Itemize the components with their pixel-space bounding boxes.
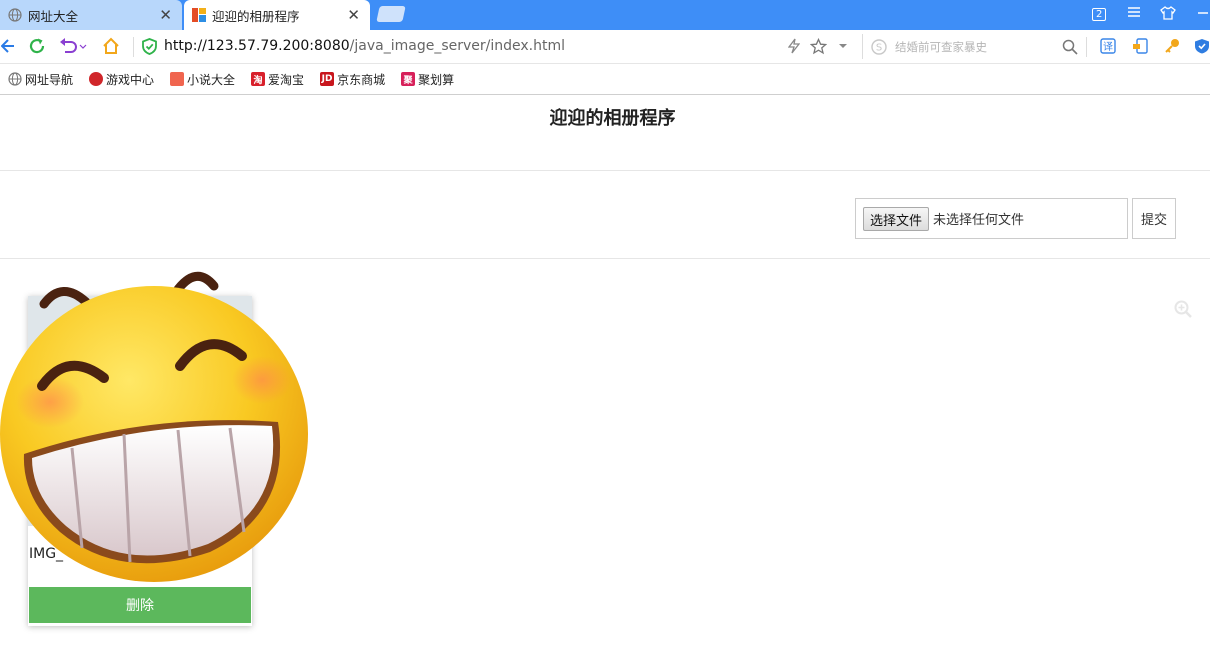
close-icon[interactable]: ✕ (159, 6, 172, 24)
page-title: 迎迎的相册程序 (549, 108, 676, 129)
divider (0, 170, 1210, 171)
bookmark-label: 小说大全 (187, 72, 236, 87)
tab-label: 迎迎的相册程序 (212, 8, 300, 24)
close-icon[interactable]: ✕ (347, 6, 360, 24)
delete-button[interactable]: 删除 (29, 587, 251, 623)
url-path: /java_image_server/index.html (349, 38, 566, 54)
bookmark-item[interactable]: 小说大全 (170, 71, 235, 88)
grinning-emoji-sticker (0, 272, 308, 582)
menu-icon[interactable] (1127, 5, 1141, 23)
skin-icon[interactable] (1160, 5, 1176, 25)
address-input[interactable]: http://123.57.79.200:8080/java_image_ser… (164, 38, 565, 54)
tab-bar: 网址大全 ✕ 迎迎的相册程序 ✕ 2 (0, 0, 1210, 30)
tab-label: 网址大全 (28, 8, 79, 24)
divider (1086, 37, 1087, 57)
jd-icon: JD (320, 72, 335, 86)
key-icon[interactable] (1162, 35, 1182, 57)
undo-icon[interactable] (58, 35, 88, 57)
dropdown-icon[interactable] (836, 35, 850, 57)
back-icon[interactable] (0, 35, 16, 57)
bookmark-item[interactable]: 网址导航 (8, 71, 73, 88)
bookmark-label: 游戏中心 (106, 72, 155, 87)
juhuasuan-icon: 聚 (401, 72, 416, 86)
search-placeholder: 结婚前可查家暴史 (895, 39, 987, 54)
file-upload-field[interactable]: 选择文件 未选择任何文件 (855, 198, 1128, 239)
bookmark-item[interactable]: 聚聚划算 (401, 71, 454, 88)
choose-file-button[interactable]: 选择文件 (863, 206, 930, 231)
bookmark-item[interactable]: JD 京东商城 (320, 71, 385, 88)
shield-icon[interactable] (1194, 35, 1210, 57)
divider (133, 37, 134, 57)
divider (0, 258, 1210, 259)
navigation-bar: http://123.57.79.200:8080/java_image_ser… (0, 30, 1210, 64)
bookmark-label: 京东商城 (337, 72, 386, 87)
bookmark-label: 爱淘宝 (268, 72, 305, 87)
svg-text:译: 译 (1103, 41, 1113, 53)
no-file-label: 未选择任何文件 (933, 213, 1025, 228)
star-icon[interactable] (808, 35, 828, 57)
tab-album[interactable]: 迎迎的相册程序 ✕ (184, 0, 370, 30)
globe-icon (8, 72, 22, 86)
bookmark-label: 网址导航 (25, 72, 74, 87)
book-icon (170, 72, 185, 86)
submit-button[interactable]: 提交 (1132, 198, 1176, 239)
search-engine-icon: S (871, 38, 887, 55)
new-tab-button[interactable] (376, 6, 406, 22)
minimize-icon[interactable] (1197, 4, 1209, 22)
refresh-icon[interactable] (26, 35, 48, 57)
url-host: http://123.57.79.200:8080 (164, 38, 350, 54)
zoom-icon[interactable] (1174, 300, 1192, 318)
search-input[interactable]: S 结婚前可查家暴史 (862, 34, 1086, 59)
tab-count-badge[interactable]: 2 (1092, 6, 1107, 21)
tab-wangzhi[interactable]: 网址大全 ✕ (0, 0, 182, 30)
search-icon[interactable] (1062, 39, 1078, 55)
favicon-icon (192, 8, 206, 22)
globe-icon (8, 8, 22, 22)
game-icon (89, 72, 104, 86)
svg-text:S: S (876, 42, 882, 53)
home-icon[interactable] (100, 35, 122, 57)
bookmark-item[interactable]: 游戏中心 (89, 71, 154, 88)
bookmarks-bar: 网址导航 游戏中心 小说大全淘爱淘宝 JD 京东商城聚聚划算 (0, 64, 1210, 95)
bookmark-label: 聚划算 (418, 72, 455, 87)
extension-icon[interactable] (1130, 35, 1150, 57)
bookmark-item[interactable]: 淘爱淘宝 (251, 71, 304, 88)
taobao-icon: 淘 (251, 72, 266, 86)
security-shield-icon[interactable] (140, 35, 158, 57)
lightning-icon[interactable] (786, 35, 802, 57)
translate-icon[interactable]: 译 (1098, 35, 1118, 57)
